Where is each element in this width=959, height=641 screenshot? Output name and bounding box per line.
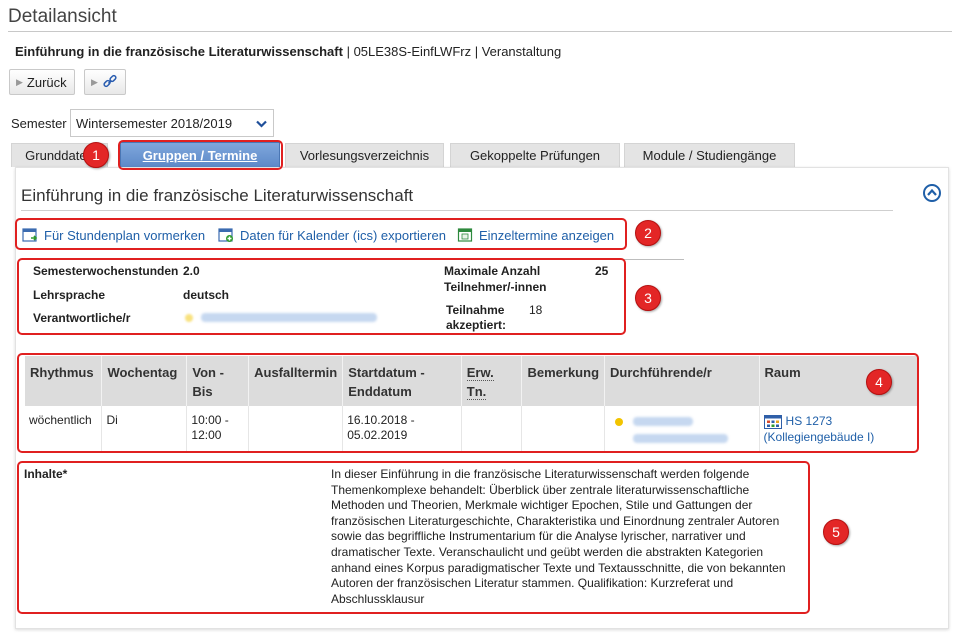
play-icon: ▶: [91, 76, 98, 87]
annotation-badge-2: 2: [635, 220, 661, 246]
tab-label: Gekoppelte Prüfungen: [469, 148, 601, 163]
col-dates: Startdatum - Enddatum: [342, 356, 462, 406]
col-time-from: Von -: [192, 365, 224, 380]
cell-date-start: 16.10.2018 -: [347, 413, 415, 427]
col-lecturer: Durchführende/r: [604, 356, 760, 406]
annotation-badge-4: 4: [866, 369, 892, 395]
link-icon: [103, 74, 117, 88]
action-label: Daten für Kalender (ics) exportieren: [240, 227, 446, 243]
lecturer-link-2[interactable]: [633, 434, 729, 443]
calendar-day-icon: [457, 228, 473, 242]
col-cancellation: Ausfalltermin: [248, 356, 344, 406]
chevron-down-icon: [256, 120, 267, 128]
sws-value: 2.0: [183, 264, 200, 278]
col-time: Von - Bis: [186, 356, 250, 406]
permalink-button[interactable]: ▶: [84, 69, 126, 95]
export-ics-link[interactable]: Daten für Kalender (ics) exportieren: [218, 227, 446, 243]
tab-module-studiengaenge[interactable]: Module / Studiengänge: [624, 143, 795, 167]
content-label: Inhalte*: [24, 467, 68, 481]
semester-label: Semester: [11, 116, 67, 131]
cell-cancellation: [248, 406, 344, 452]
action-label: Einzeltermine anzeigen: [479, 227, 615, 243]
content-text: In dieser Einführung in die französische…: [331, 467, 786, 606]
table-row: wöchentlich Di 10:00 -12:00 16.10.2018 -…: [25, 406, 919, 452]
annotation-badge-3: 3: [635, 285, 661, 311]
language-value: deutsch: [183, 288, 230, 302]
col-weekday: Wochentag: [101, 356, 188, 406]
room-grid-icon: [763, 414, 782, 429]
cell-dates: 16.10.2018 -05.02.2019: [342, 406, 462, 452]
tab-vorlesungsverzeichnis[interactable]: Vorlesungsverzeichnis: [285, 143, 444, 167]
course-subtitle: Einführung in die französische Literatur…: [15, 44, 561, 59]
table-header-row: Rhythmus Wochentag Von - Bis Ausfalltermi…: [25, 356, 919, 406]
cell-time-from: 10:00 -: [191, 413, 229, 427]
accepted-value: 18: [529, 303, 543, 317]
timetable-icon: [22, 228, 38, 242]
col-expected-participants: Erw. Tn.: [461, 356, 523, 406]
collapse-up-icon[interactable]: [922, 183, 942, 203]
status-dot-icon: [615, 418, 624, 426]
room-link[interactable]: HS 1273 (Kollegiengebäude I): [763, 414, 875, 444]
cell-date-end: 05.02.2019: [347, 428, 408, 442]
tab-gruppen-termine[interactable]: Gruppen / Termine: [120, 142, 280, 168]
status-dot-icon: [185, 314, 193, 322]
section-title: Einführung in die französische Literatur…: [21, 186, 893, 211]
col-expected-participants-label: Erw. Tn.: [466, 365, 494, 400]
annotation-badge-1: 1: [83, 142, 109, 168]
col-time-to: Bis: [192, 384, 213, 399]
page-title: Detailansicht: [8, 6, 952, 32]
info-divider: [440, 259, 684, 260]
course-meta: | 05LE38S-EinfLWFrz | Veranstaltung: [346, 44, 562, 59]
max-participants-value: 25: [595, 264, 609, 278]
max-participants-label-2: Teilnehmer/-innen: [444, 280, 547, 294]
room-name: HS 1273: [785, 414, 833, 428]
cell-room[interactable]: HS 1273 (Kollegiengebäude I): [759, 406, 919, 452]
cell-time-to: 12:00: [191, 428, 222, 442]
cell-lecturer: [604, 406, 760, 452]
tab-label: Gruppen / Termine: [142, 147, 258, 163]
col-dates-start: Startdatum -: [348, 365, 425, 380]
back-button-label: Zurück: [26, 74, 67, 90]
add-to-timetable-link[interactable]: Für Stundenplan vormerken: [22, 227, 205, 243]
calendar-export-icon: [218, 228, 233, 242]
col-remark: Bemerkung: [521, 356, 606, 406]
cell-time: 10:00 -12:00: [186, 406, 250, 452]
max-participants-label-1: Maximale Anzahl: [444, 264, 541, 278]
tab-label: Vorlesungsverzeichnis: [299, 148, 430, 163]
cell-expected-participants: [461, 406, 523, 452]
course-title: Einführung in die französische Literatur…: [15, 44, 343, 59]
lecturer-link[interactable]: [633, 417, 694, 426]
cell-rhythm: wöchentlich: [25, 406, 103, 452]
schedule-table: Rhythmus Wochentag Von - Bis Ausfalltermi…: [25, 356, 919, 452]
cell-remark: [521, 406, 606, 452]
back-button[interactable]: ▶ Zurück: [9, 69, 75, 95]
sws-label: Semesterwochenstunden: [33, 264, 179, 278]
show-single-dates-link[interactable]: Einzeltermine anzeigen: [457, 227, 614, 243]
col-room: Raum: [759, 356, 919, 406]
room-building: (Kollegiengebäude I): [763, 430, 875, 444]
cell-weekday: Di: [101, 406, 188, 452]
tab-label: Module / Studiengänge: [642, 148, 777, 163]
annotation-badge-5: 5: [823, 519, 849, 545]
action-label: Für Stundenplan vormerken: [44, 227, 206, 243]
play-icon: ▶: [16, 76, 23, 87]
accepted-label-2: akzeptiert:: [446, 318, 507, 332]
language-label: Lehrsprache: [33, 288, 106, 302]
tab-gekoppelte-pruefungen[interactable]: Gekoppelte Prüfungen: [450, 143, 620, 167]
semester-select[interactable]: Wintersemester 2018/2019: [70, 109, 274, 137]
col-dates-end: Enddatum: [348, 384, 412, 399]
semester-selected-value: Wintersemester 2018/2019: [76, 115, 233, 131]
responsible-label: Verantwortliche/r: [33, 311, 131, 325]
accepted-label-1: Teilnahme: [446, 303, 505, 317]
col-rhythm: Rhythmus: [25, 356, 103, 406]
responsible-person-link[interactable]: [201, 313, 377, 322]
